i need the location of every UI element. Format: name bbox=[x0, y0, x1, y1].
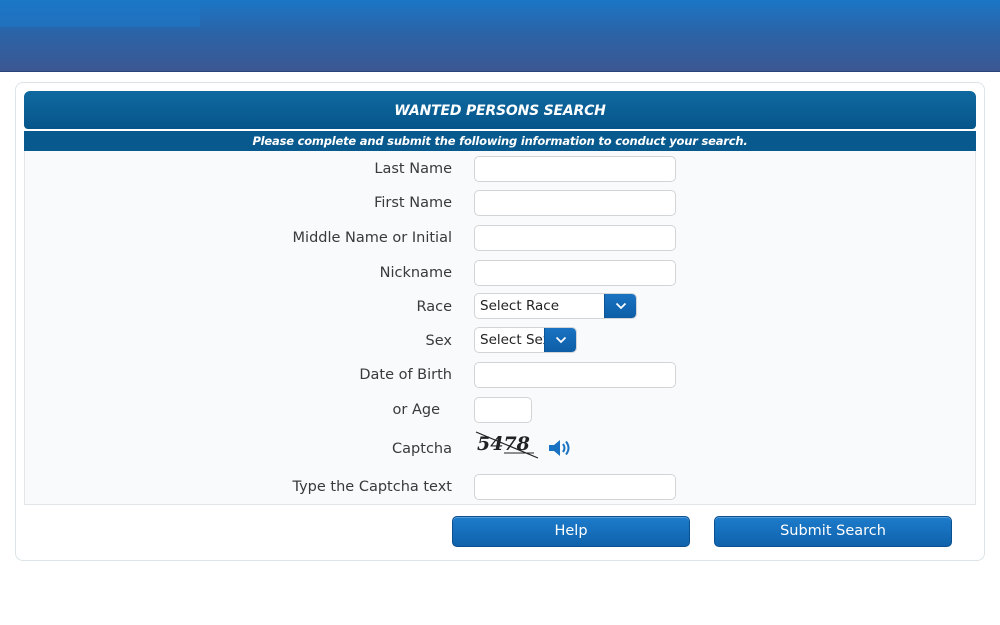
chevron-down-icon bbox=[555, 336, 567, 344]
site-header bbox=[0, 0, 1000, 72]
row-age: or Age bbox=[25, 395, 977, 425]
sex-label: Sex bbox=[425, 333, 452, 349]
row-first-name: First Name bbox=[25, 188, 977, 218]
last-name-label: Last Name bbox=[374, 161, 452, 177]
middle-name-label: Middle Name or Initial bbox=[292, 230, 452, 246]
header-logo-area bbox=[0, 0, 200, 27]
search-form: Last Name First Name Middle Name or Init… bbox=[24, 151, 976, 505]
dob-input[interactable] bbox=[474, 362, 676, 388]
form-title: WANTED PERSONS SEARCH bbox=[24, 91, 976, 129]
captcha-image: 5478 bbox=[475, 431, 539, 459]
age-input[interactable] bbox=[474, 397, 532, 423]
sex-select[interactable]: Select Sex bbox=[474, 327, 577, 353]
race-label: Race bbox=[416, 299, 452, 315]
row-race: Race Select Race bbox=[25, 292, 977, 322]
captcha-label: Captcha bbox=[392, 441, 452, 457]
captcha-text-input[interactable] bbox=[474, 474, 676, 500]
row-last-name: Last Name bbox=[25, 154, 977, 184]
help-button[interactable]: Help bbox=[452, 516, 690, 547]
speaker-icon[interactable] bbox=[547, 437, 573, 459]
race-selected-value: Select Race bbox=[480, 298, 560, 314]
race-select[interactable]: Select Race bbox=[474, 293, 637, 319]
row-nickname: Nickname bbox=[25, 258, 977, 288]
row-middle-name: Middle Name or Initial bbox=[25, 223, 977, 253]
row-sex: Sex Select Sex bbox=[25, 326, 977, 356]
row-captcha-text: Type the Captcha text bbox=[25, 472, 977, 502]
nickname-label: Nickname bbox=[379, 265, 452, 281]
middle-name-input[interactable] bbox=[474, 225, 676, 251]
row-captcha: Captcha 5478 bbox=[25, 431, 977, 464]
first-name-label: First Name bbox=[374, 195, 452, 211]
first-name-input[interactable] bbox=[474, 190, 676, 216]
race-dropdown-button[interactable] bbox=[604, 294, 636, 318]
age-label: or Age bbox=[392, 402, 441, 418]
row-dob: Date of Birth bbox=[25, 360, 977, 390]
sex-dropdown-button[interactable] bbox=[544, 328, 576, 352]
submit-search-button[interactable]: Submit Search bbox=[714, 516, 952, 547]
last-name-input[interactable] bbox=[474, 156, 676, 182]
sex-selected-value: Select Sex bbox=[480, 332, 550, 348]
chevron-down-icon bbox=[615, 302, 627, 310]
dob-label: Date of Birth bbox=[359, 367, 452, 383]
captcha-text-label: Type the Captcha text bbox=[292, 479, 453, 495]
form-instructions: Please complete and submit the following… bbox=[24, 131, 976, 151]
nickname-input[interactable] bbox=[474, 260, 676, 286]
